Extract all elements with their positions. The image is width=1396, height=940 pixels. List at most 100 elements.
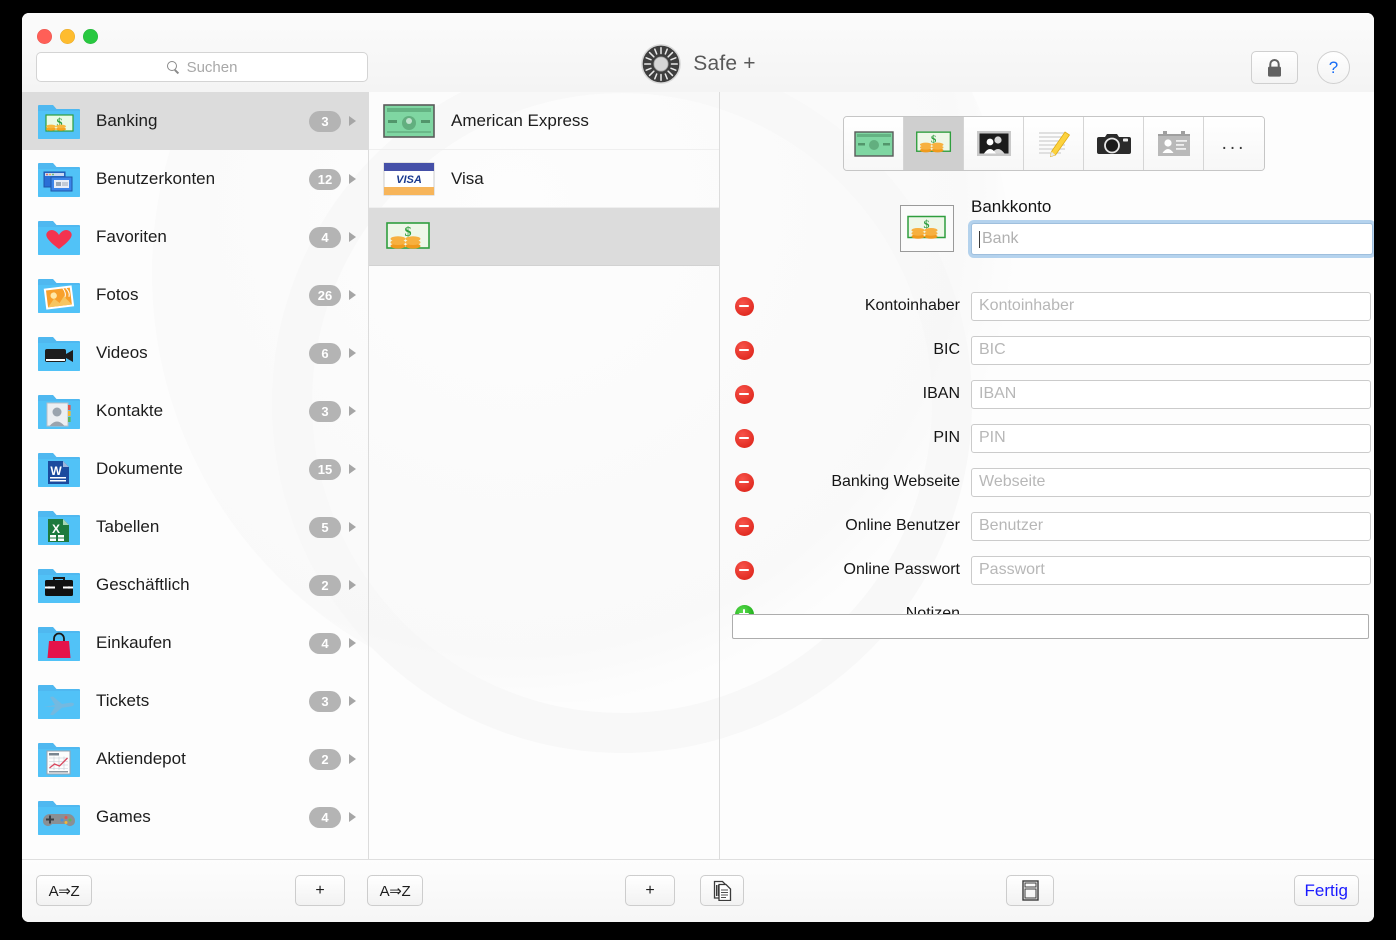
sidebar-item-tickets[interactable]: Tickets 3 <box>22 672 368 730</box>
sidebar-item-banking[interactable]: $ Banking 3 <box>22 92 368 150</box>
folder-gamepad-icon <box>38 801 80 835</box>
bank-name-input[interactable]: Bank <box>971 223 1373 255</box>
chevron-right-icon[interactable] <box>349 406 356 416</box>
remove-field-button[interactable] <box>720 516 768 536</box>
traffic-lights <box>37 29 98 44</box>
sidebar-item-count: 3 <box>309 690 341 712</box>
field-input[interactable]: Kontoinhaber <box>971 291 1371 321</box>
help-button[interactable]: ? <box>1317 51 1350 84</box>
template-layout-button[interactable] <box>1006 875 1054 906</box>
credit-card-icon <box>853 130 894 157</box>
sidebar-item-benutzerkonten[interactable]: Benutzerkonten 12 <box>22 150 368 208</box>
chevron-right-icon[interactable] <box>349 812 356 822</box>
entry-list[interactable]: American Express VISA Visa $ <box>369 92 720 860</box>
close-button[interactable] <box>37 29 52 44</box>
sidebar-item-count: 3 <box>309 400 341 422</box>
remove-field-button[interactable] <box>720 560 768 580</box>
add-entry-button[interactable]: + <box>625 875 675 906</box>
chevron-right-icon[interactable] <box>349 638 356 648</box>
list-item[interactable]: American Express <box>369 92 719 150</box>
maximize-button[interactable] <box>83 29 98 44</box>
folder-heart-icon <box>38 221 80 255</box>
field-label: Banking Webseite <box>831 473 960 490</box>
minimize-button[interactable] <box>60 29 75 44</box>
field-row-online-passwort: Online Passwort Passwort <box>720 548 1374 592</box>
segment-camera[interactable] <box>1084 117 1144 170</box>
remove-field-button[interactable] <box>720 340 768 360</box>
visa-card-icon: VISA <box>383 162 435 195</box>
add-category-button[interactable]: + <box>295 875 345 906</box>
duplicate-document-icon <box>713 880 731 901</box>
sidebar-item-count: 12 <box>309 168 341 190</box>
record-type-segmented-control[interactable]: $ ... <box>843 116 1265 171</box>
app-title-group: Safe + <box>22 43 1374 85</box>
sidebar-item-label: Favoriten <box>96 227 167 246</box>
done-button[interactable]: Fertig <box>1293 875 1359 906</box>
chevron-right-icon[interactable] <box>349 696 356 706</box>
sidebar-item-geschaeftlich[interactable]: Geschäftlich 2 <box>22 556 368 614</box>
field-input[interactable]: BIC <box>971 335 1371 365</box>
sidebar-item-fotos[interactable]: Fotos 26 <box>22 266 368 324</box>
field-input[interactable]: PIN <box>971 423 1371 453</box>
segment-credit-card[interactable] <box>844 117 904 170</box>
main-content: $ Banking 3 Benutzerkonten 12 Favoriten … <box>22 92 1374 860</box>
sidebar-item-count: 5 <box>309 516 341 538</box>
field-input[interactable]: IBAN <box>971 379 1371 409</box>
sidebar-item-label: Aktiendepot <box>96 749 186 768</box>
remove-field-button[interactable] <box>720 428 768 448</box>
sort-entries-button[interactable]: A⇒Z <box>367 875 423 906</box>
sidebar-item-kontakte[interactable]: Kontakte 3 <box>22 382 368 440</box>
sidebar-item-label: Tabellen <box>96 517 160 536</box>
sidebar-item-count: 6 <box>309 342 341 364</box>
svg-text:X: X <box>52 522 60 536</box>
sidebar-item-label: Games <box>96 807 151 826</box>
lock-button[interactable] <box>1251 51 1298 84</box>
field-input[interactable]: Benutzer <box>971 511 1371 541</box>
record-header: $ Bankkonto Bank <box>900 197 1373 255</box>
chevron-right-icon[interactable] <box>349 580 356 590</box>
sidebar-item-favoriten[interactable]: Favoriten 4 <box>22 208 368 266</box>
chevron-right-icon[interactable] <box>349 174 356 184</box>
chevron-right-icon[interactable] <box>349 348 356 358</box>
sidebar-item-label: Geschäftlich <box>96 575 190 594</box>
remove-field-button[interactable] <box>720 472 768 492</box>
chevron-right-icon[interactable] <box>349 522 356 532</box>
svg-text:W: W <box>50 464 62 478</box>
sidebar[interactable]: $ Banking 3 Benutzerkonten 12 Favoriten … <box>22 92 369 860</box>
template-layout-icon <box>1021 880 1039 901</box>
segment-money[interactable]: $ <box>904 117 964 170</box>
notes-textarea[interactable] <box>732 614 1369 639</box>
duplicate-entry-button[interactable] <box>700 875 744 906</box>
segment-more[interactable]: ... <box>1204 117 1264 170</box>
text-caret <box>979 230 980 248</box>
field-input[interactable]: Webseite <box>971 467 1371 497</box>
folder-excel-icon: X <box>38 511 80 545</box>
segment-people[interactable] <box>964 117 1024 170</box>
list-item[interactable]: VISA Visa <box>369 150 719 208</box>
field-input[interactable]: Passwort <box>971 555 1371 585</box>
lock-icon <box>1268 58 1281 77</box>
sidebar-item-einkaufen[interactable]: Einkaufen 4 <box>22 614 368 672</box>
question-mark-icon: ? <box>1328 57 1339 77</box>
chevron-right-icon[interactable] <box>349 754 356 764</box>
remove-field-button[interactable] <box>720 296 768 316</box>
folder-chart-icon <box>38 743 80 777</box>
people-photo-icon <box>976 131 1011 156</box>
list-item[interactable]: $ <box>369 208 719 266</box>
sidebar-item-games[interactable]: Games 4 <box>22 788 368 846</box>
chevron-right-icon[interactable] <box>349 464 356 474</box>
field-placeholder: Webseite <box>979 473 1046 490</box>
segment-contact-card[interactable] <box>1144 117 1204 170</box>
chevron-right-icon[interactable] <box>349 290 356 300</box>
chevron-right-icon[interactable] <box>349 232 356 242</box>
sidebar-item-tabellen[interactable]: X Tabellen 5 <box>22 498 368 556</box>
field-label: Online Benutzer <box>845 517 960 534</box>
sidebar-item-videos[interactable]: Videos 6 <box>22 324 368 382</box>
remove-field-button[interactable] <box>720 384 768 404</box>
chevron-right-icon[interactable] <box>349 116 356 126</box>
done-button-label: Fertig <box>1304 880 1348 900</box>
sort-categories-button[interactable]: A⇒Z <box>36 875 92 906</box>
sidebar-item-dokumente[interactable]: W Dokumente 15 <box>22 440 368 498</box>
segment-note[interactable] <box>1024 117 1084 170</box>
sidebar-item-aktiendepot[interactable]: Aktiendepot 2 <box>22 730 368 788</box>
